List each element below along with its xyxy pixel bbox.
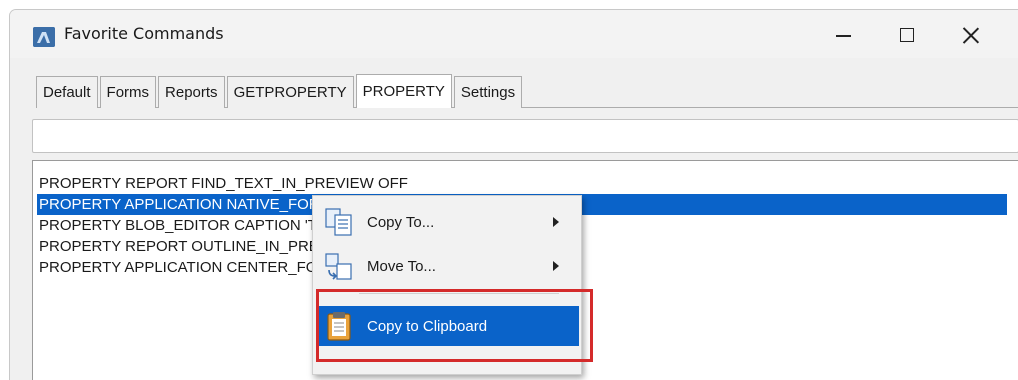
annotation-highlight-box <box>316 289 593 362</box>
maximize-button[interactable] <box>878 10 936 58</box>
close-icon <box>963 27 979 43</box>
tab-getproperty[interactable]: GETPROPERTY <box>226 76 354 108</box>
minimize-button[interactable] <box>814 10 872 58</box>
title-bar: Favorite Commands <box>10 10 1018 58</box>
maximize-icon <box>900 28 914 42</box>
tab-forms[interactable]: Forms <box>99 76 157 108</box>
menu-item-label: Copy To... <box>367 213 435 231</box>
menu-item-label: Move To... <box>367 257 436 275</box>
move-to-icon <box>323 250 355 282</box>
tab-strip: Default Forms Reports GETPROPERTY PROPER… <box>36 74 524 108</box>
minimize-icon <box>835 35 851 37</box>
menu-item-move-to[interactable]: Move To... <box>317 246 579 286</box>
close-button[interactable] <box>942 10 1000 58</box>
list-item[interactable]: PROPERTY REPORT FIND_TEXT_IN_PREVIEW OFF <box>37 173 1007 194</box>
tab-property[interactable]: PROPERTY <box>355 74 452 108</box>
window-title: Favorite Commands <box>64 24 224 43</box>
copy-to-icon <box>323 206 355 238</box>
command-input[interactable] <box>32 119 1018 153</box>
tab-reports[interactable]: Reports <box>158 76 225 108</box>
menu-item-copy-to[interactable]: Copy To... <box>317 202 579 242</box>
submenu-arrow-icon <box>553 261 559 271</box>
submenu-arrow-icon <box>553 217 559 227</box>
app-icon <box>33 27 55 47</box>
tab-settings[interactable]: Settings <box>453 76 523 108</box>
tab-default[interactable]: Default <box>36 76 98 108</box>
